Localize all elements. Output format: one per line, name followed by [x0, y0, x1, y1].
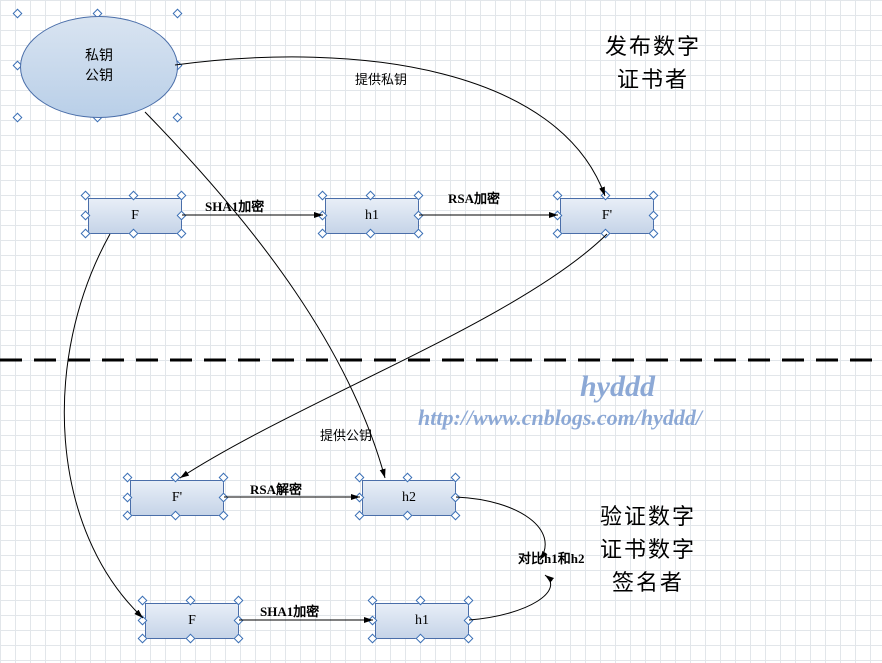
arrow-h1-bottom-out	[469, 575, 551, 620]
box-Fprime-bottom-text: F'	[172, 490, 182, 506]
box-F-top: F	[88, 198, 182, 234]
private-key-label: 私钥	[85, 47, 113, 67]
box-Fprime-top-text: F'	[602, 208, 612, 224]
box-h2-text: h2	[402, 490, 416, 506]
label-rsa-encrypt: RSA加密	[448, 188, 500, 207]
publisher-title-l1: 发布数字	[605, 34, 701, 59]
label-sha1-encrypt: SHA1加密	[205, 196, 264, 215]
box-h1-top: h1	[325, 198, 419, 234]
watermark-name: hyddd	[580, 370, 655, 404]
verifier-title-l1: 验证数字	[600, 504, 696, 529]
label-provide-public: 提供公钥	[320, 425, 372, 444]
label-compare: 对比h1和h2	[518, 548, 584, 567]
diagram-canvas: 私钥 公钥 F h1 F'	[0, 0, 882, 663]
arrow-ellipse-to-h2	[145, 112, 385, 478]
label-provide-private: 提供私钥	[355, 69, 407, 88]
arrow-F-to-F-bottom	[64, 234, 143, 618]
keys-ellipse: 私钥 公钥	[20, 16, 178, 118]
box-h1-top-text: h1	[365, 208, 379, 224]
publisher-title-l2: 证书者	[617, 67, 689, 92]
box-F-bottom: F	[145, 603, 239, 639]
publisher-title: 发布数字 证书者	[605, 30, 701, 96]
box-Fprime-bottom: F'	[130, 480, 224, 516]
box-Fprime-top: F'	[560, 198, 654, 234]
label-rsa-decrypt: RSA解密	[250, 479, 302, 498]
verifier-title-l3: 签名者	[612, 570, 684, 595]
box-h1-bottom-text: h1	[415, 613, 429, 629]
verifier-title-l2: 证书数字	[600, 537, 696, 562]
box-F-bottom-text: F	[188, 613, 196, 629]
watermark-url: http://www.cnblogs.com/hyddd/	[418, 405, 702, 431]
verifier-title: 验证数字 证书数字 签名者	[600, 500, 696, 599]
box-h2: h2	[362, 480, 456, 516]
box-F-top-text: F	[131, 208, 139, 224]
box-h1-bottom: h1	[375, 603, 469, 639]
public-key-label: 公钥	[85, 67, 113, 87]
arrow-Fprime-to-Fprime-bottom	[180, 234, 607, 478]
label-sha1-encrypt-2: SHA1加密	[260, 601, 319, 620]
